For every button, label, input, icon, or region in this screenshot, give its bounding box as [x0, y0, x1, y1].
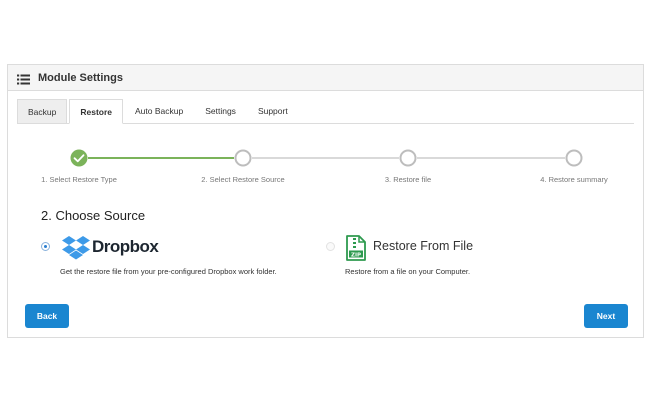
tab-auto-backup[interactable]: Auto Backup [125, 99, 193, 123]
zip-file-icon: ZIP [346, 235, 366, 266]
dropbox-name: Dropbox [92, 237, 159, 256]
restore-wizard-progress: 1. Select Restore Type 2. Select Restore… [8, 145, 645, 189]
dropbox-option[interactable]: Dropbox Get the restore file from your p… [8, 231, 318, 281]
dropbox-description: Get the restore file from your pre-confi… [60, 267, 277, 276]
tab-restore[interactable]: Restore [69, 99, 124, 124]
choose-source-title: 2. Choose Source [41, 208, 146, 223]
dropbox-icon [62, 236, 90, 265]
tab-support[interactable]: Support [248, 99, 298, 123]
panel-header: Module Settings [8, 65, 643, 91]
svg-text:ZIP: ZIP [351, 252, 361, 258]
step-3-marker [399, 149, 417, 167]
back-button[interactable]: Back [25, 304, 69, 328]
list-icon [17, 72, 30, 85]
tab-bar: Backup Restore Auto Backup Settings Supp… [17, 99, 634, 124]
restore-from-file-radio[interactable] [326, 242, 335, 251]
panel-title: Module Settings [38, 71, 123, 84]
dropbox-radio[interactable] [41, 242, 50, 251]
tab-backup[interactable]: Backup [17, 99, 68, 123]
step-3-label: 3. Restore file [384, 175, 432, 184]
step-4-label: 4. Restore summary [540, 175, 608, 184]
step-2-marker [234, 149, 252, 167]
step-1-complete-marker [70, 149, 88, 167]
next-button[interactable]: Next [584, 304, 628, 328]
step-2-label: 2. Select Restore Source [201, 175, 285, 184]
step-1-label: 1. Select Restore Type [41, 175, 117, 184]
module-settings-panel: Module Settings Backup Restore Auto Back… [7, 64, 644, 338]
restore-from-file-name: Restore From File [373, 239, 474, 253]
restore-from-file-option[interactable]: ZIP Restore From File Restore from a fil… [318, 231, 558, 281]
step-4-marker [565, 149, 583, 167]
restore-from-file-description: Restore from a file on your Computer. [345, 267, 471, 276]
tab-settings[interactable]: Settings [195, 99, 246, 123]
